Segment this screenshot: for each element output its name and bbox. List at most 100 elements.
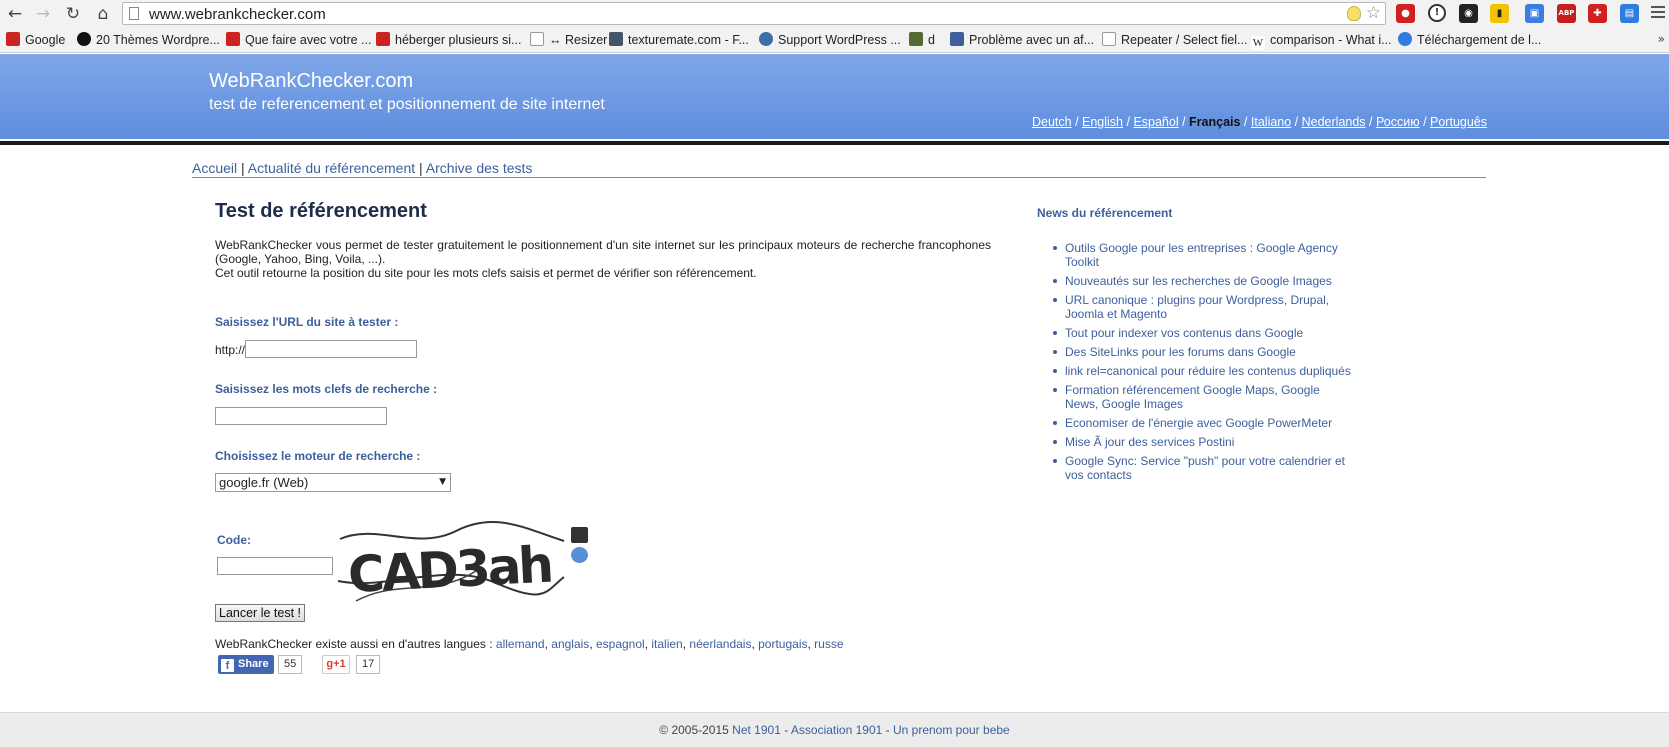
lang-francais: Français — [1189, 115, 1241, 129]
adblock-plus-icon[interactable]: ABP — [1557, 4, 1576, 23]
bookmark-telechargement[interactable]: Téléchargement de l... — [1398, 32, 1541, 49]
keywords-input[interactable] — [215, 407, 387, 425]
extension-stop-icon[interactable]: ● — [1396, 4, 1415, 23]
intro-paragraph-1: WebRankChecker vous permet de tester gra… — [215, 238, 991, 266]
captcha-image: CAD3ah — [337, 521, 565, 603]
bookmark-resizer[interactable]: ↔ Resizer — [530, 32, 607, 49]
facebook-icon: f — [221, 659, 234, 672]
bookmark-heberger[interactable]: héberger plusieurs si... — [376, 32, 521, 49]
audio-captcha-icon[interactable] — [571, 527, 588, 543]
footer: © 2005-2015 Net 1901 - Association 1901 … — [0, 712, 1669, 747]
download-icon — [1398, 32, 1412, 46]
fr-icon — [950, 32, 964, 46]
dropdown-arrow-icon: ▼ — [439, 477, 446, 487]
bookmarks-more-icon[interactable]: » — [1658, 32, 1665, 46]
bookmark-texturemate[interactable]: texturemate.com - F... — [609, 32, 749, 49]
footer-link-prenom[interactable]: Un prenom pour bebe — [893, 723, 1010, 737]
news-item[interactable]: Google Sync: Service "push" pour votre c… — [1053, 454, 1353, 482]
bookmark-google[interactable]: Google — [6, 32, 65, 49]
bookmark-support-wordpress[interactable]: Support WordPress ... — [759, 32, 901, 49]
lang-link-italien[interactable]: italien — [651, 637, 682, 651]
bookmark-repeater[interactable]: Repeater / Select fiel... — [1102, 32, 1247, 49]
launch-test-button[interactable]: Lancer le test ! — [215, 604, 305, 622]
forward-arrow-icon[interactable]: → — [32, 3, 54, 25]
footer-link-net1901[interactable]: Net 1901 — [732, 723, 781, 737]
news-item[interactable]: Des SiteLinks pour les forums dans Googl… — [1053, 345, 1353, 359]
news-item[interactable]: URL canonique : plugins pour Wordpress, … — [1053, 293, 1353, 321]
address-bar[interactable]: www.webrankchecker.com ☆ — [122, 2, 1386, 25]
news-item[interactable]: link rel=canonical pour réduire les cont… — [1053, 364, 1353, 378]
page-icon — [530, 32, 544, 46]
extension-info-icon[interactable]: ! — [1428, 4, 1446, 22]
extension-doc-icon[interactable]: ▤ — [1620, 4, 1639, 23]
extension-red-icon[interactable]: ✚ — [1588, 4, 1607, 23]
news-item[interactable]: Economiser de l'énergie avec Google Powe… — [1053, 416, 1353, 430]
lang-link-allemand[interactable]: allemand — [496, 637, 545, 651]
site-subtitle: test de referencement et positionnement … — [209, 96, 605, 113]
extension-key-icon[interactable]: ▮ — [1490, 4, 1509, 23]
nav-actualite[interactable]: Actualité du référencement — [248, 160, 415, 176]
box-icon — [909, 32, 923, 46]
news-sidebar: News du référencement Outils Google pour… — [1037, 206, 1357, 482]
lang-link-portugais[interactable]: portugais — [758, 637, 807, 651]
news-item[interactable]: Nouveautés sur les recherches de Google … — [1053, 274, 1353, 288]
lang-nederlands[interactable]: Nederlands — [1302, 115, 1366, 129]
sidebar-title: News du référencement — [1037, 206, 1173, 220]
page-icon — [1102, 32, 1116, 46]
nav-accueil[interactable]: Accueil — [192, 160, 237, 176]
news-item[interactable]: Formation référencement Google Maps, Goo… — [1053, 383, 1353, 411]
bookmark-star-icon[interactable]: ☆ — [1366, 3, 1381, 23]
captcha-input[interactable] — [217, 557, 333, 575]
engine-select-value: google.fr (Web) — [219, 475, 309, 490]
browser-toolbar: ← → ↻ ⌂ www.webrankchecker.com ☆ ● ! ◉ ▮… — [0, 0, 1669, 27]
keywords-label: Saisissez les mots clefs de recherche : — [215, 382, 438, 396]
news-item[interactable]: Tout pour indexer vos contenus dans Goog… — [1053, 326, 1353, 340]
url-input[interactable] — [245, 340, 417, 358]
wifi-icon — [6, 32, 20, 46]
lang-portugues[interactable]: Português — [1430, 115, 1487, 129]
lang-link-anglais[interactable]: anglais — [551, 637, 589, 651]
lang-deutch[interactable]: Deutch — [1032, 115, 1072, 129]
url-label: Saisissez l'URL du site à tester : — [215, 315, 399, 329]
nav-archive[interactable]: Archive des tests — [426, 160, 533, 176]
refresh-captcha-icon[interactable] — [571, 547, 588, 563]
google-plus-button[interactable]: g+1 — [322, 655, 350, 674]
lang-link-russe[interactable]: russe — [814, 637, 843, 651]
news-list: Outils Google pour les entreprises : Goo… — [1053, 241, 1353, 487]
wifi-icon — [376, 32, 390, 46]
lang-espanol[interactable]: Español — [1133, 115, 1178, 129]
news-item[interactable]: Mise Ã jour des services Postini — [1053, 435, 1353, 449]
extension-owl-icon[interactable]: ◉ — [1459, 4, 1478, 23]
lang-english[interactable]: English — [1082, 115, 1123, 129]
footer-copyright: © 2005-2015 — [659, 723, 729, 737]
bookmark-que-faire[interactable]: Que faire avec votre ... — [226, 32, 371, 49]
back-arrow-icon[interactable]: ← — [4, 3, 26, 25]
url-prefix: http:// — [215, 343, 246, 357]
lang-italiano[interactable]: Italiano — [1251, 115, 1291, 129]
lang-russian[interactable]: Россию — [1376, 115, 1420, 129]
main-content: Test de référencement WebRankChecker vou… — [215, 200, 991, 280]
bookmark-probleme[interactable]: Problème avec un af... — [950, 32, 1094, 49]
bookmark-d[interactable]: d — [909, 32, 935, 49]
bookmark-comparison[interactable]: Wcomparison - What i... — [1251, 32, 1392, 50]
news-item[interactable]: Outils Google pour les entreprises : Goo… — [1053, 241, 1353, 269]
home-icon[interactable]: ⌂ — [92, 3, 114, 25]
browser-menu-icon[interactable] — [1651, 6, 1665, 18]
engine-select[interactable]: google.fr (Web) ▼ — [215, 473, 451, 492]
lightbulb-icon[interactable] — [1347, 6, 1361, 21]
footer-link-association[interactable]: Association 1901 — [791, 723, 882, 737]
bookmarks-bar: Google 20 Thèmes Wordpre... Que faire av… — [0, 27, 1669, 53]
intro-text: WebRankChecker vous permet de tester gra… — [215, 238, 991, 280]
lang-link-neerlandais[interactable]: néerlandais — [689, 637, 751, 651]
wikipedia-icon: W — [1251, 36, 1265, 50]
site-title[interactable]: WebRankChecker.com — [209, 70, 413, 93]
g-logo-icon — [77, 32, 91, 46]
code-label: Code: — [217, 533, 251, 547]
page-icon — [129, 7, 139, 20]
extension-blue-icon[interactable]: ▣ — [1525, 4, 1544, 23]
bookmark-themes[interactable]: 20 Thèmes Wordpre... — [77, 32, 220, 49]
facebook-share-button[interactable]: f Share — [218, 655, 274, 674]
lang-link-espagnol[interactable]: espagnol — [596, 637, 645, 651]
reload-icon[interactable]: ↻ — [62, 3, 84, 25]
wifi-icon — [226, 32, 240, 46]
